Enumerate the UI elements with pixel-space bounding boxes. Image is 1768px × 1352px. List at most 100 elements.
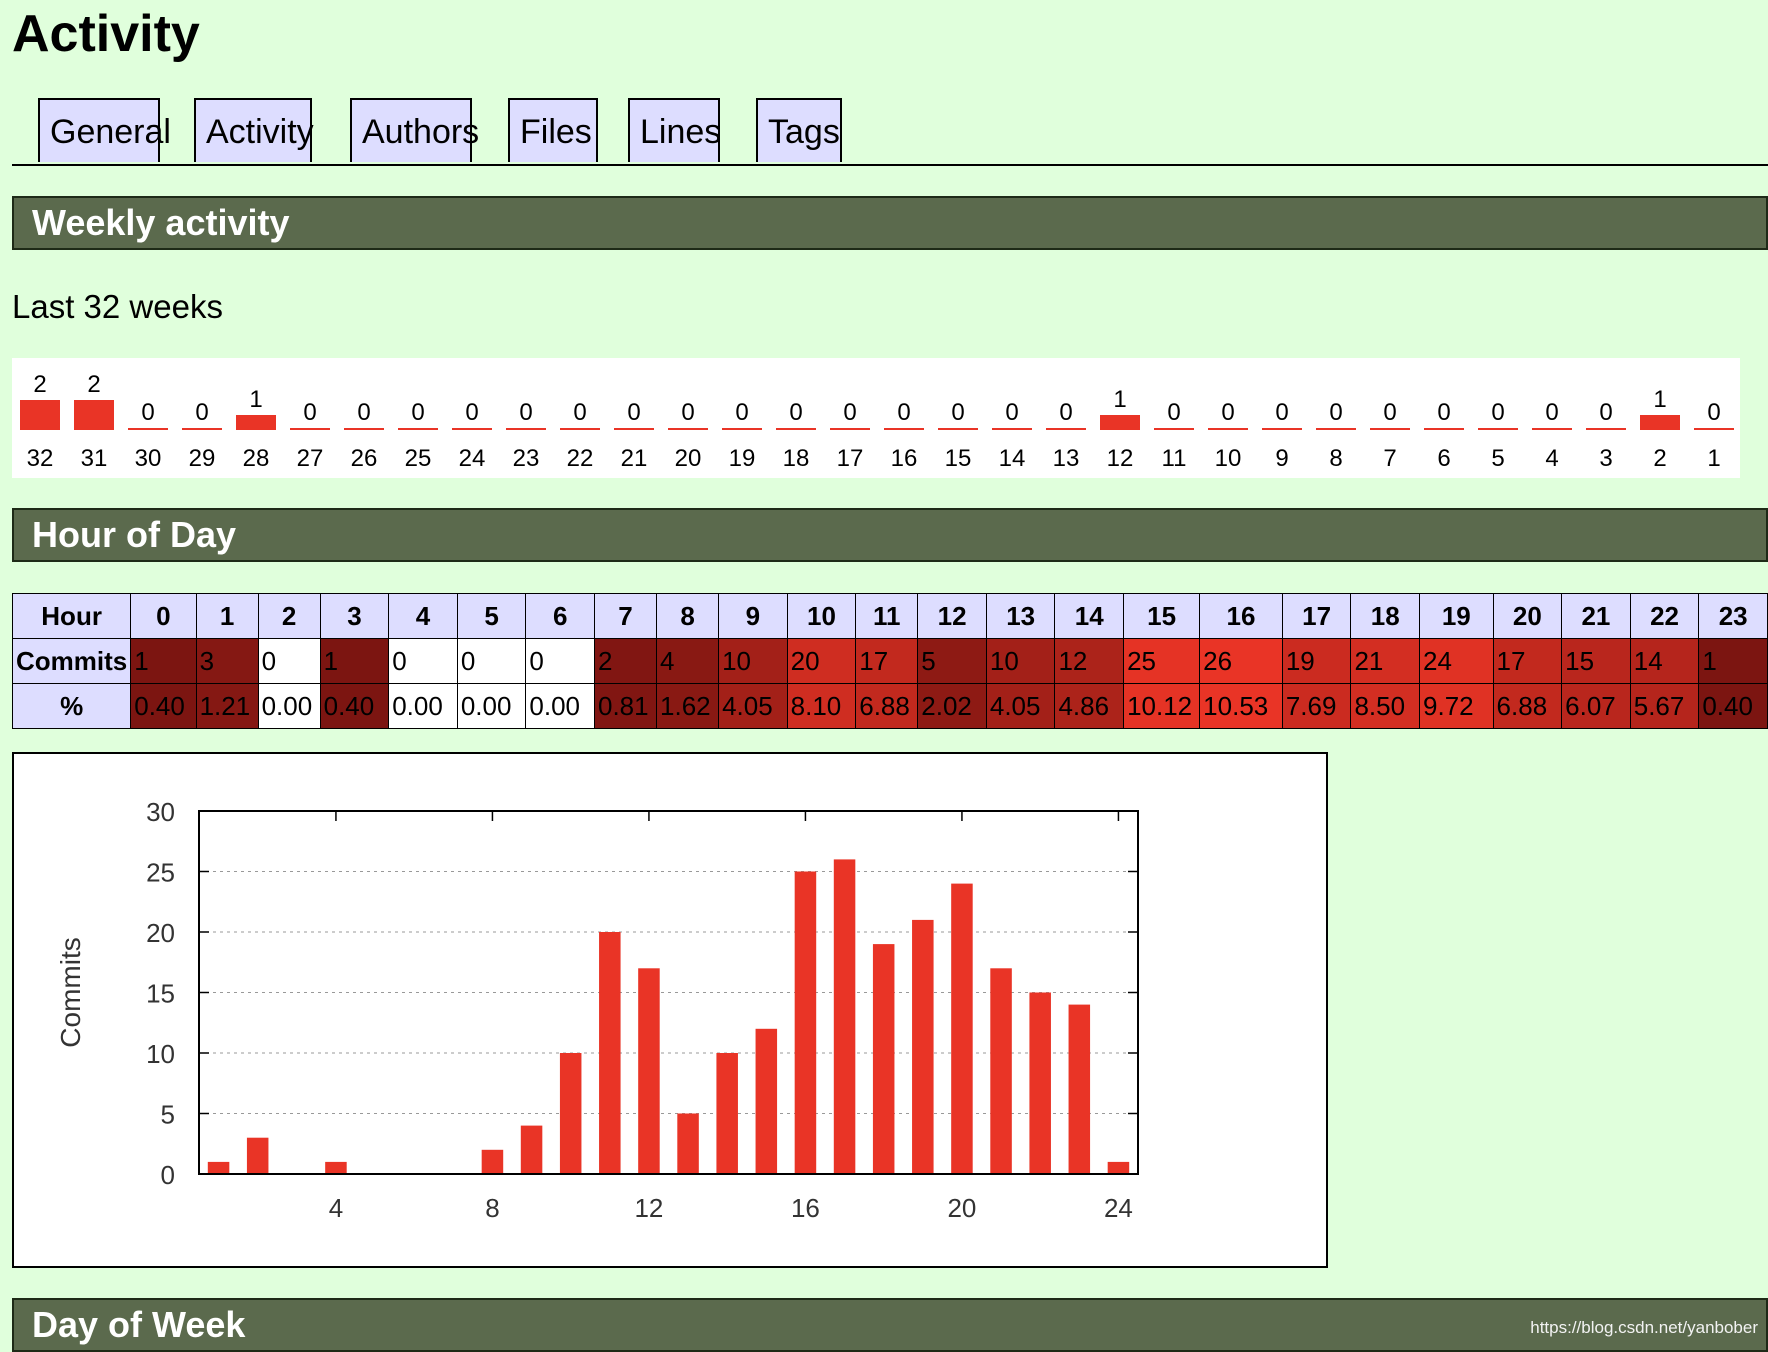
hour-bar bbox=[912, 919, 934, 1174]
percent-cell: 4.05 bbox=[718, 683, 788, 729]
weekly-bar-value: 0 bbox=[1329, 399, 1342, 426]
weekly-bar bbox=[614, 428, 654, 430]
commits-cell: 24 bbox=[1419, 638, 1494, 684]
weekly-week-label: 26 bbox=[351, 445, 378, 472]
weekly-week-label: 22 bbox=[567, 445, 594, 472]
weekly-week-label: 24 bbox=[459, 445, 486, 472]
hour-header: 3 bbox=[319, 593, 390, 639]
weekly-week-label: 16 bbox=[891, 445, 918, 472]
hour-header: 7 bbox=[593, 593, 658, 639]
percent-cell: 6.07 bbox=[1561, 683, 1631, 729]
weekly-bar-value: 0 bbox=[681, 399, 694, 426]
percent-cell: 5.67 bbox=[1629, 683, 1700, 729]
weekly-bar-value: 0 bbox=[573, 399, 586, 426]
weekly-bar bbox=[182, 428, 222, 430]
weekly-week-label: 13 bbox=[1053, 445, 1080, 472]
percent-cell: 0.81 bbox=[593, 683, 658, 729]
commits-row-label: Commits bbox=[11, 638, 132, 684]
hour-bar bbox=[638, 968, 660, 1174]
tab-lines[interactable]: Lines bbox=[628, 98, 721, 162]
hour-of-day-table: Hour 0 1 2 3 4 5 6 7 8 9 10 11 12 13 14 15 16 17 18 19 20 21 2… bbox=[11, 593, 1768, 729]
weekly-bar-value: 0 bbox=[627, 399, 640, 426]
weekly-week-label: 25 bbox=[405, 445, 432, 472]
weekly-bar-value: 0 bbox=[1599, 399, 1612, 426]
commits-cell: 3 bbox=[195, 638, 259, 684]
tab-files[interactable]: Files bbox=[508, 98, 598, 162]
percent-cell: 1.62 bbox=[656, 683, 720, 729]
weekly-week-label: 17 bbox=[837, 445, 864, 472]
weekly-bar-value: 0 bbox=[141, 399, 154, 426]
percent-cell: 2.02 bbox=[917, 683, 987, 729]
weekly-week-label: 1 bbox=[1707, 445, 1720, 472]
hour-header: 18 bbox=[1350, 593, 1421, 639]
weekly-bar bbox=[452, 428, 492, 430]
x-tick-label: 16 bbox=[791, 1193, 820, 1223]
hour-bar bbox=[755, 1028, 778, 1174]
weekly-bar-value: 0 bbox=[519, 399, 532, 426]
weekly-bar-value: 2 bbox=[87, 371, 100, 398]
weekly-bar-value: 0 bbox=[1707, 399, 1720, 426]
percent-cell: 4.05 bbox=[985, 683, 1056, 729]
percent-cell: 6.88 bbox=[1492, 683, 1563, 729]
y-tick-label: 10 bbox=[146, 1039, 175, 1069]
commits-cell: 14 bbox=[1629, 638, 1700, 684]
percent-cell: 0.40 bbox=[1698, 683, 1768, 729]
hour-header: 12 bbox=[917, 593, 987, 639]
commits-cell: 10 bbox=[985, 638, 1056, 684]
commits-cell: 20 bbox=[786, 638, 857, 684]
weekly-bar-value: 2 bbox=[33, 371, 46, 398]
weekly-bar-value: 0 bbox=[411, 399, 424, 426]
commits-cell: 10 bbox=[718, 638, 788, 684]
percent-cell: 9.72 bbox=[1419, 683, 1494, 729]
section-weekly-activity: Weekly activity bbox=[12, 196, 1768, 250]
hour-bar bbox=[325, 1161, 347, 1174]
weekly-bar-value: 0 bbox=[1491, 399, 1504, 426]
weekly-bar bbox=[344, 428, 384, 430]
weekly-week-label: 9 bbox=[1275, 445, 1288, 472]
y-tick-label: 20 bbox=[146, 918, 175, 948]
weekly-bar-value: 0 bbox=[897, 399, 910, 426]
percent-row-label: % bbox=[11, 683, 132, 729]
hour-header: 19 bbox=[1419, 593, 1494, 639]
percent-cell: 6.88 bbox=[855, 683, 919, 729]
tab-tags[interactable]: Tags bbox=[756, 98, 842, 162]
weekly-bar-value: 0 bbox=[303, 399, 316, 426]
hour-header: 22 bbox=[1629, 593, 1700, 639]
hour-header: 4 bbox=[388, 593, 458, 639]
weekly-bar-value: 0 bbox=[1275, 399, 1288, 426]
hour-header: 21 bbox=[1561, 593, 1631, 639]
weekly-week-label: 23 bbox=[513, 445, 540, 472]
y-tick-label: 0 bbox=[161, 1160, 175, 1190]
weekly-bar-value: 0 bbox=[1221, 399, 1234, 426]
hour-header: 23 bbox=[1698, 593, 1768, 639]
weekly-week-label: 6 bbox=[1437, 445, 1450, 472]
tab-authors[interactable]: Authors bbox=[350, 98, 479, 162]
tab-general[interactable]: General bbox=[38, 98, 171, 162]
weekly-bar bbox=[1046, 428, 1086, 430]
hour-header: 5 bbox=[456, 593, 527, 639]
hour-header: 0 bbox=[130, 593, 197, 639]
percent-cell: 10.12 bbox=[1123, 683, 1201, 729]
percent-cell: 8.50 bbox=[1350, 683, 1421, 729]
percent-row: % 0.40 1.21 0.00 0.40 0.00 0.00 0.00 0.81 1.62 4.… bbox=[11, 683, 1768, 729]
weekly-week-label: 30 bbox=[135, 445, 162, 472]
percent-cell: 8.10 bbox=[786, 683, 857, 729]
weekly-bar-value: 0 bbox=[465, 399, 478, 426]
tab-activity[interactable]: Activity bbox=[194, 98, 314, 162]
weekly-week-label: 14 bbox=[999, 445, 1026, 472]
weekly-bar-value: 0 bbox=[951, 399, 964, 426]
hour-header: 11 bbox=[855, 593, 919, 639]
x-tick-label: 24 bbox=[1104, 1193, 1133, 1223]
weekly-bar-value: 0 bbox=[1005, 399, 1018, 426]
weekly-week-label: 4 bbox=[1545, 445, 1558, 472]
hour-bar bbox=[794, 871, 817, 1174]
hour-row: Hour 0 1 2 3 4 5 6 7 8 9 10 11 12 13 14 15 16 17 18 19 20 21 2… bbox=[11, 593, 1768, 639]
weekly-week-label: 2 bbox=[1653, 445, 1666, 472]
commits-cell: 17 bbox=[855, 638, 919, 684]
weekly-bar bbox=[398, 428, 438, 430]
commits-cell: 12 bbox=[1054, 638, 1125, 684]
hour-bar bbox=[1068, 1004, 1091, 1174]
weekly-week-label: 10 bbox=[1215, 445, 1242, 472]
hour-bar bbox=[677, 1113, 699, 1174]
weekly-bar-value: 1 bbox=[1653, 386, 1666, 413]
